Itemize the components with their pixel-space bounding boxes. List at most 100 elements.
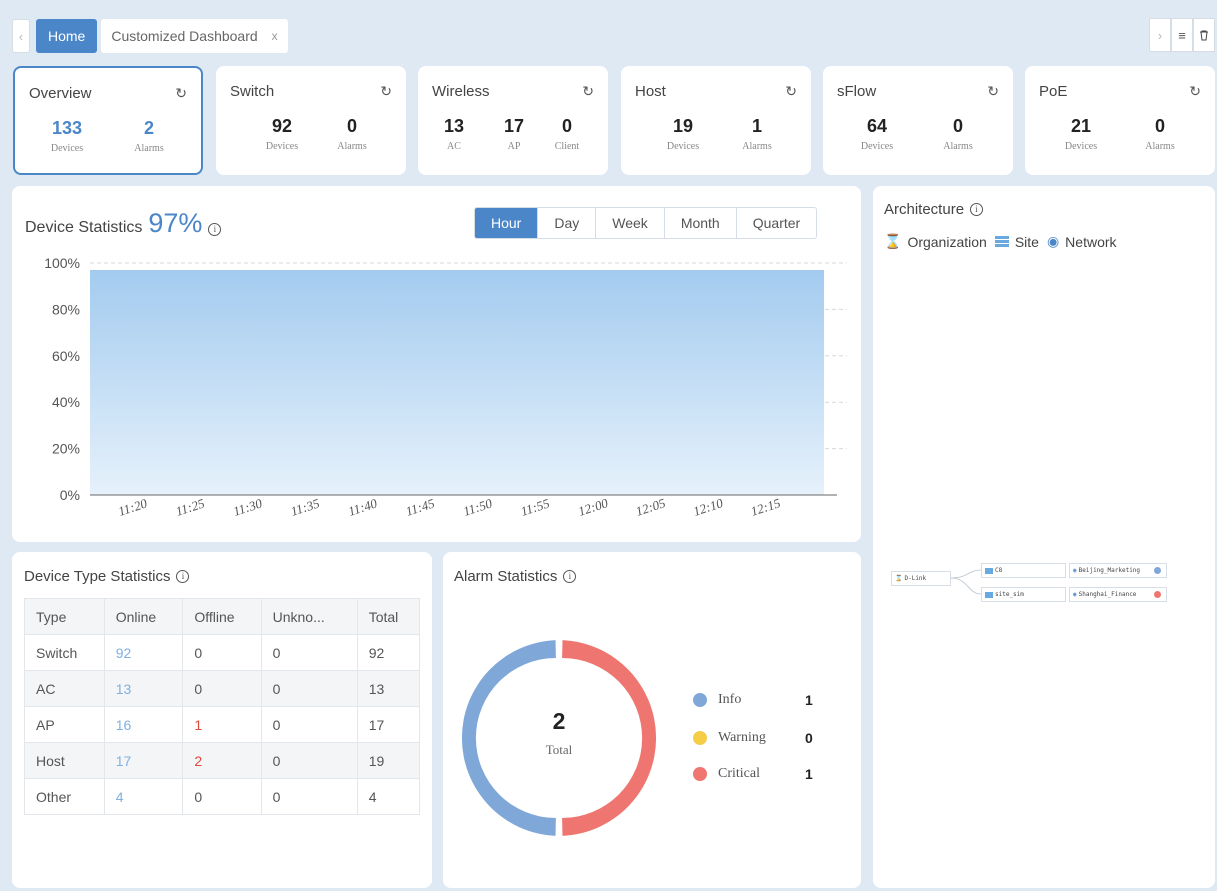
arch-node-site[interactable]: C8 <box>981 563 1066 578</box>
table-header: Type Online Offline Unkno... Total <box>24 598 421 635</box>
tab-home[interactable]: Home <box>36 19 98 53</box>
refresh-icon[interactable]: ↻ <box>987 83 999 100</box>
tab-bar: ‹ Home Customized Dashboard x › ≡ <box>12 18 1215 54</box>
cell-type: Host <box>24 742 105 779</box>
y-tick-label: 0% <box>60 487 80 503</box>
card-wireless[interactable]: Wireless ↻ 13 AC 17 AP 0 Client <box>418 66 608 175</box>
site-node-icon <box>985 567 993 574</box>
arch-node-network[interactable]: ◉ Beijing_Marketing <box>1069 563 1167 578</box>
card-title: Host <box>635 83 666 100</box>
cell-online[interactable]: 16 <box>103 706 184 743</box>
node-label: Beijing_Marketing <box>1078 567 1141 574</box>
card-sflow[interactable]: sFlow ↻ 64 Devices 0 Alarms <box>823 66 1013 175</box>
metric-label: Devices <box>666 141 700 152</box>
cell-online[interactable]: 4 <box>103 778 184 815</box>
legend-value: 1 <box>805 766 813 782</box>
card-title: PoE <box>1039 83 1068 100</box>
x-tick-label: 11:50 <box>461 495 494 518</box>
metric-value: 0 <box>952 116 963 136</box>
column-header[interactable]: Offline <box>182 598 262 635</box>
cell-online[interactable]: 17 <box>103 742 184 779</box>
refresh-icon[interactable]: ↻ <box>785 83 797 100</box>
metric-label: Alarms <box>134 143 164 154</box>
cell-offline[interactable]: 1 <box>182 706 262 743</box>
metric-alarms: 0 Alarms <box>928 116 988 152</box>
metric-label: Alarms <box>943 141 973 152</box>
y-tick-label: 60% <box>52 348 80 364</box>
column-header[interactable]: Unkno... <box>260 598 358 635</box>
status-icon <box>1154 567 1161 574</box>
card-switch[interactable]: Switch ↻ 92 Devices 0 Alarms <box>216 66 406 175</box>
arch-node-site[interactable]: site_sim <box>981 587 1066 602</box>
status-icon <box>1154 591 1161 598</box>
close-icon[interactable]: x <box>272 29 278 43</box>
cell-offline[interactable]: 2 <box>182 742 262 779</box>
cell-unknown: 0 <box>260 742 358 779</box>
cell-total: 92 <box>356 634 421 671</box>
y-tick-label: 40% <box>52 394 80 410</box>
legend-info[interactable]: Info 1 <box>693 692 813 708</box>
metric-label: Devices <box>1064 141 1098 152</box>
legend-warning[interactable]: Warning 0 <box>693 730 813 746</box>
card-poe[interactable]: PoE ↻ 21 Devices 0 Alarms <box>1025 66 1215 175</box>
tab-tools: › ≡ <box>1149 18 1215 52</box>
cell-total: 13 <box>356 670 421 707</box>
legend-value: 1 <box>805 692 813 708</box>
info-icon[interactable]: i <box>176 570 190 583</box>
node-label: D-Link <box>904 575 927 582</box>
arch-node-root[interactable]: ⌛ D-Link <box>891 571 951 586</box>
legend-value: 0 <box>805 730 813 746</box>
metric-devices: 64 Devices <box>847 116 907 152</box>
cell-type: AC <box>24 670 105 707</box>
tab-scroll-left-button[interactable]: ‹ <box>12 19 30 53</box>
legend-dot <box>693 731 707 745</box>
cell-total: 4 <box>356 778 421 815</box>
metric-value: 2 <box>143 118 154 138</box>
legend-label: Warning <box>718 730 766 745</box>
cell-unknown: 0 <box>260 634 358 671</box>
cell-online[interactable]: 92 <box>103 634 184 671</box>
menu-icon[interactable]: ≡ <box>1171 18 1193 52</box>
metric-value: 92 <box>271 116 293 136</box>
metric-label: AC <box>447 141 461 152</box>
metric-value: 133 <box>51 118 83 138</box>
cell-online[interactable]: 13 <box>103 670 184 707</box>
refresh-icon[interactable]: ↻ <box>380 83 392 100</box>
refresh-icon[interactable]: ↻ <box>582 83 594 100</box>
tab-scroll-right-button[interactable]: › <box>1149 18 1171 52</box>
cell-total: 19 <box>356 742 421 779</box>
column-header[interactable]: Total <box>356 598 421 635</box>
series-area[interactable] <box>90 269 824 495</box>
card-host[interactable]: Host ↻ 19 Devices 1 Alarms <box>621 66 811 175</box>
trash-icon[interactable] <box>1193 18 1215 52</box>
refresh-icon[interactable]: ↻ <box>1189 83 1201 100</box>
x-tick-label: 11:55 <box>519 495 552 518</box>
org-node-icon: ⌛ <box>895 575 903 582</box>
metric-label: AP <box>507 141 521 152</box>
table-row: AP 16 1 0 17 <box>24 706 421 743</box>
metric-value: 17 <box>503 116 525 136</box>
tab-customized-dashboard[interactable]: Customized Dashboard x <box>101 19 288 53</box>
card-overview[interactable]: Overview ↻ 133 Devices 2 Alarms <box>13 66 203 175</box>
device-type-table: Type Online Offline Unkno... Total Switc… <box>24 598 421 815</box>
arch-node-network[interactable]: ◉ Shanghai_Finance <box>1069 587 1167 602</box>
metric-alarms: 2 Alarms <box>119 118 179 154</box>
metric-client: 0 Client <box>542 116 592 152</box>
metric-value: 0 <box>346 116 357 136</box>
column-header[interactable]: Online <box>103 598 184 635</box>
metric-label: Devices <box>265 141 299 152</box>
x-tick-label: 12:05 <box>634 495 668 519</box>
donut-slice-info[interactable] <box>461 640 556 836</box>
column-header[interactable]: Type <box>24 598 105 635</box>
info-icon[interactable]: i <box>563 570 577 583</box>
y-tick-label: 20% <box>52 441 80 457</box>
donut-slice-critical[interactable] <box>562 640 657 836</box>
metric-devices: 133 Devices <box>37 118 97 154</box>
device-statistics-panel: Device Statistics 97% i Hour Day Week Mo… <box>12 186 861 542</box>
legend-critical[interactable]: Critical 1 <box>693 766 813 782</box>
card-title: Switch <box>230 83 275 100</box>
panel-title: Device Type Statistics i <box>24 568 190 585</box>
metric-value: 21 <box>1070 116 1092 136</box>
table-row: Host 17 2 0 19 <box>24 742 421 779</box>
refresh-icon[interactable]: ↻ <box>175 85 187 102</box>
